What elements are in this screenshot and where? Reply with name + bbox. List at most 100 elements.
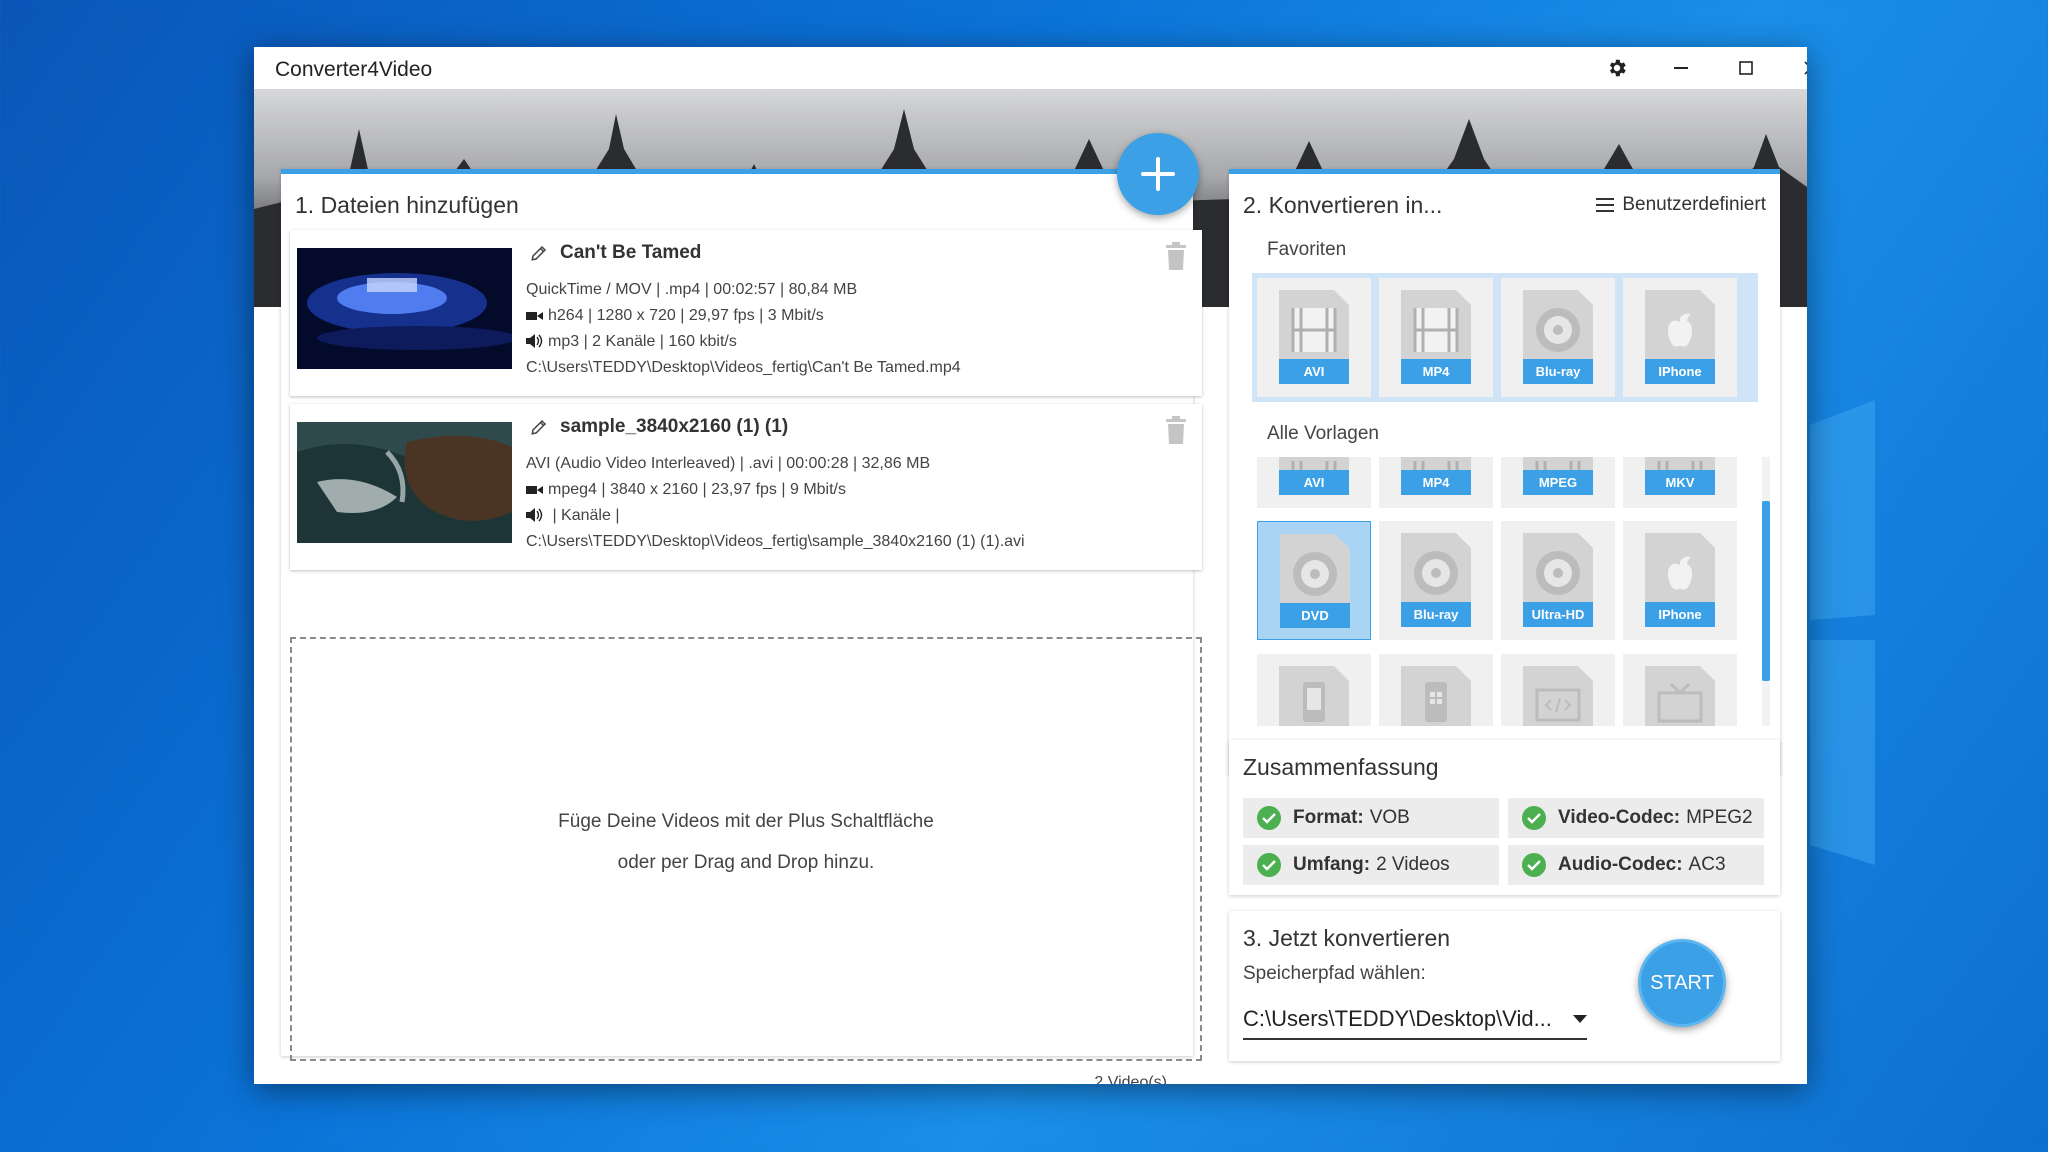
summary-value: AC3 [1688,854,1726,875]
favorite-tile[interactable]: MP4 [1379,278,1493,397]
template-tile[interactable]: MPEG [1501,457,1615,508]
windows-logo-icon [1810,400,1875,865]
template-tile[interactable] [1379,654,1493,726]
app-window: Converter4Video 1. Dateien hinzufügen Ca… [254,47,1807,1084]
template-label: IPhone [1645,602,1715,627]
templates-label: Alle Vorlagen [1267,423,1379,444]
minimize-button[interactable] [1659,53,1703,83]
video-camera-icon [526,312,543,320]
template-tile[interactable] [1501,654,1615,726]
template-label: MP4 [1401,470,1471,495]
summary-scope: Umfang: 2 Videos [1243,845,1499,885]
summary-format: Format: VOB [1243,798,1499,838]
summary-panel: Zusammenfassung Format: VOB Video-Codec:… [1229,740,1780,895]
template-tile[interactable]: MP4 [1379,457,1493,508]
check-icon [1522,853,1546,877]
save-path-label: Speicherpfad wählen: [1243,963,1426,984]
template-tile-selected[interactable]: DVD [1257,521,1371,640]
favorite-tile[interactable]: Blu-ray [1501,278,1615,397]
start-button[interactable]: START [1638,939,1726,1027]
file-name: Can't Be Tamed [560,242,702,263]
custom-menu-button[interactable]: Benutzerdefiniert [1596,194,1766,216]
trash-icon[interactable] [1164,416,1188,444]
file-name: sample_3840x2160 (1) (1) [560,416,789,437]
edit-pencil-icon[interactable] [530,244,548,262]
template-tile[interactable] [1623,654,1737,726]
start-panel: 3. Jetzt konvertieren Speicherpfad wähle… [1229,911,1780,1061]
template-label: Ultra-HD [1523,602,1593,627]
file-container-info: AVI (Audio Video Interleaved) | .avi | 0… [526,455,931,472]
drop-hint-line1: Füge Deine Videos mit der Plus Schaltflä… [558,811,934,832]
dropdown-arrow-icon [1573,1015,1587,1023]
trash-icon[interactable] [1164,242,1188,270]
speaker-icon [526,334,543,348]
summary-audio-codec: Audio-Codec: AC3 [1508,845,1764,885]
file-audio-info: mp3 | 2 Kanäle | 160 kbit/s [526,333,737,351]
favorites-grid: AVI MP4 Blu-ray IPhone [1252,273,1758,402]
maximize-button[interactable] [1724,53,1768,83]
template-tile[interactable] [1257,654,1371,726]
file-path: C:\Users\TEDDY\Desktop\Videos_fertig\Can… [526,359,961,376]
edit-pencil-icon[interactable] [530,418,548,436]
plus-icon [1141,157,1175,191]
gear-icon [1609,59,1626,77]
start-title: 3. Jetzt konvertieren [1243,925,1451,951]
video-camera-icon [526,486,543,494]
template-tile[interactable]: AVI [1257,457,1371,508]
favorite-label: Blu-ray [1523,359,1593,384]
template-tile[interactable]: MKV [1623,457,1737,508]
tv-icon [1645,666,1715,726]
template-label: DVD [1280,603,1350,628]
scrollbar-thumb[interactable] [1762,501,1770,681]
file-audio-text: mp3 | 2 Kanäle | 160 kbit/s [548,333,737,350]
video-thumbnail [297,248,512,369]
template-label: AVI [1279,470,1349,495]
summary-key: Video-Codec: [1558,807,1681,828]
file-video-text: h264 | 1280 x 720 | 29,97 fps | 3 Mbit/s [548,307,824,324]
template-tile[interactable]: Blu-ray [1379,521,1493,640]
app-title: Converter4Video [275,58,433,81]
drop-hint-line2: oder per Drag and Drop hinzu. [617,852,875,873]
summary-video-codec: Video-Codec: MPEG2 [1508,798,1764,838]
files-panel-title: 1. Dateien hinzufügen [295,192,519,218]
template-label: MPEG [1523,470,1593,495]
template-tile[interactable]: IPhone [1623,521,1737,640]
speaker-icon [526,508,543,522]
template-label: MKV [1645,470,1715,495]
save-path-select[interactable]: C:\Users\TEDDY\Desktop\Vid... [1243,1000,1587,1040]
file-video-text: mpeg4 | 3840 x 2160 | 23,97 fps | 9 Mbit… [548,481,846,498]
favorites-label: Favoriten [1267,239,1347,260]
web-code-icon [1523,666,1593,726]
titlebar: Converter4Video [254,47,1807,89]
drop-zone[interactable]: Füge Deine Videos mit der Plus Schaltflä… [290,637,1202,1061]
file-video-info: mpeg4 | 3840 x 2160 | 23,97 fps | 9 Mbit… [526,481,846,499]
summary-key: Format: [1293,807,1364,828]
favorite-tile[interactable]: AVI [1257,278,1371,397]
summary-key: Audio-Codec: [1558,854,1683,875]
hamburger-icon [1596,198,1615,212]
templates-scrollbar[interactable] [1762,457,1770,726]
settings-button[interactable] [1595,53,1639,83]
favorite-tile[interactable]: IPhone [1623,278,1737,397]
windows-phone-icon [1401,666,1471,726]
check-icon [1257,806,1281,830]
summary-value: 2 Videos [1376,854,1450,875]
minimize-icon [1674,67,1688,69]
check-icon [1257,853,1281,877]
add-file-button[interactable] [1117,133,1199,215]
file-item[interactable]: sample_3840x2160 (1) (1) AVI (Audio Vide… [290,404,1202,570]
templates-grid: AVI MP4 MPEG MKV DVD Blu-ray Ultra-HD IP… [1252,457,1752,726]
files-panel: 1. Dateien hinzufügen Can't Be Tamed Qui… [281,169,1202,1084]
file-container-info: QuickTime / MOV | .mp4 | 00:02:57 | 80,8… [526,281,858,298]
file-path: C:\Users\TEDDY\Desktop\Videos_fertig\sam… [526,533,1025,550]
video-count: 2 Video(s) [1094,1074,1167,1084]
video-thumbnail [297,422,512,543]
file-audio-text: | Kanäle | [548,507,620,524]
close-button[interactable] [1789,53,1807,83]
file-item[interactable]: Can't Be Tamed QuickTime / MOV | .mp4 | … [290,230,1202,396]
android-icon [1279,666,1349,726]
custom-menu-label: Benutzerdefiniert [1622,194,1766,215]
template-tile[interactable]: Ultra-HD [1501,521,1615,640]
summary-value: VOB [1369,807,1410,828]
file-video-info: h264 | 1280 x 720 | 29,97 fps | 3 Mbit/s [526,307,824,325]
